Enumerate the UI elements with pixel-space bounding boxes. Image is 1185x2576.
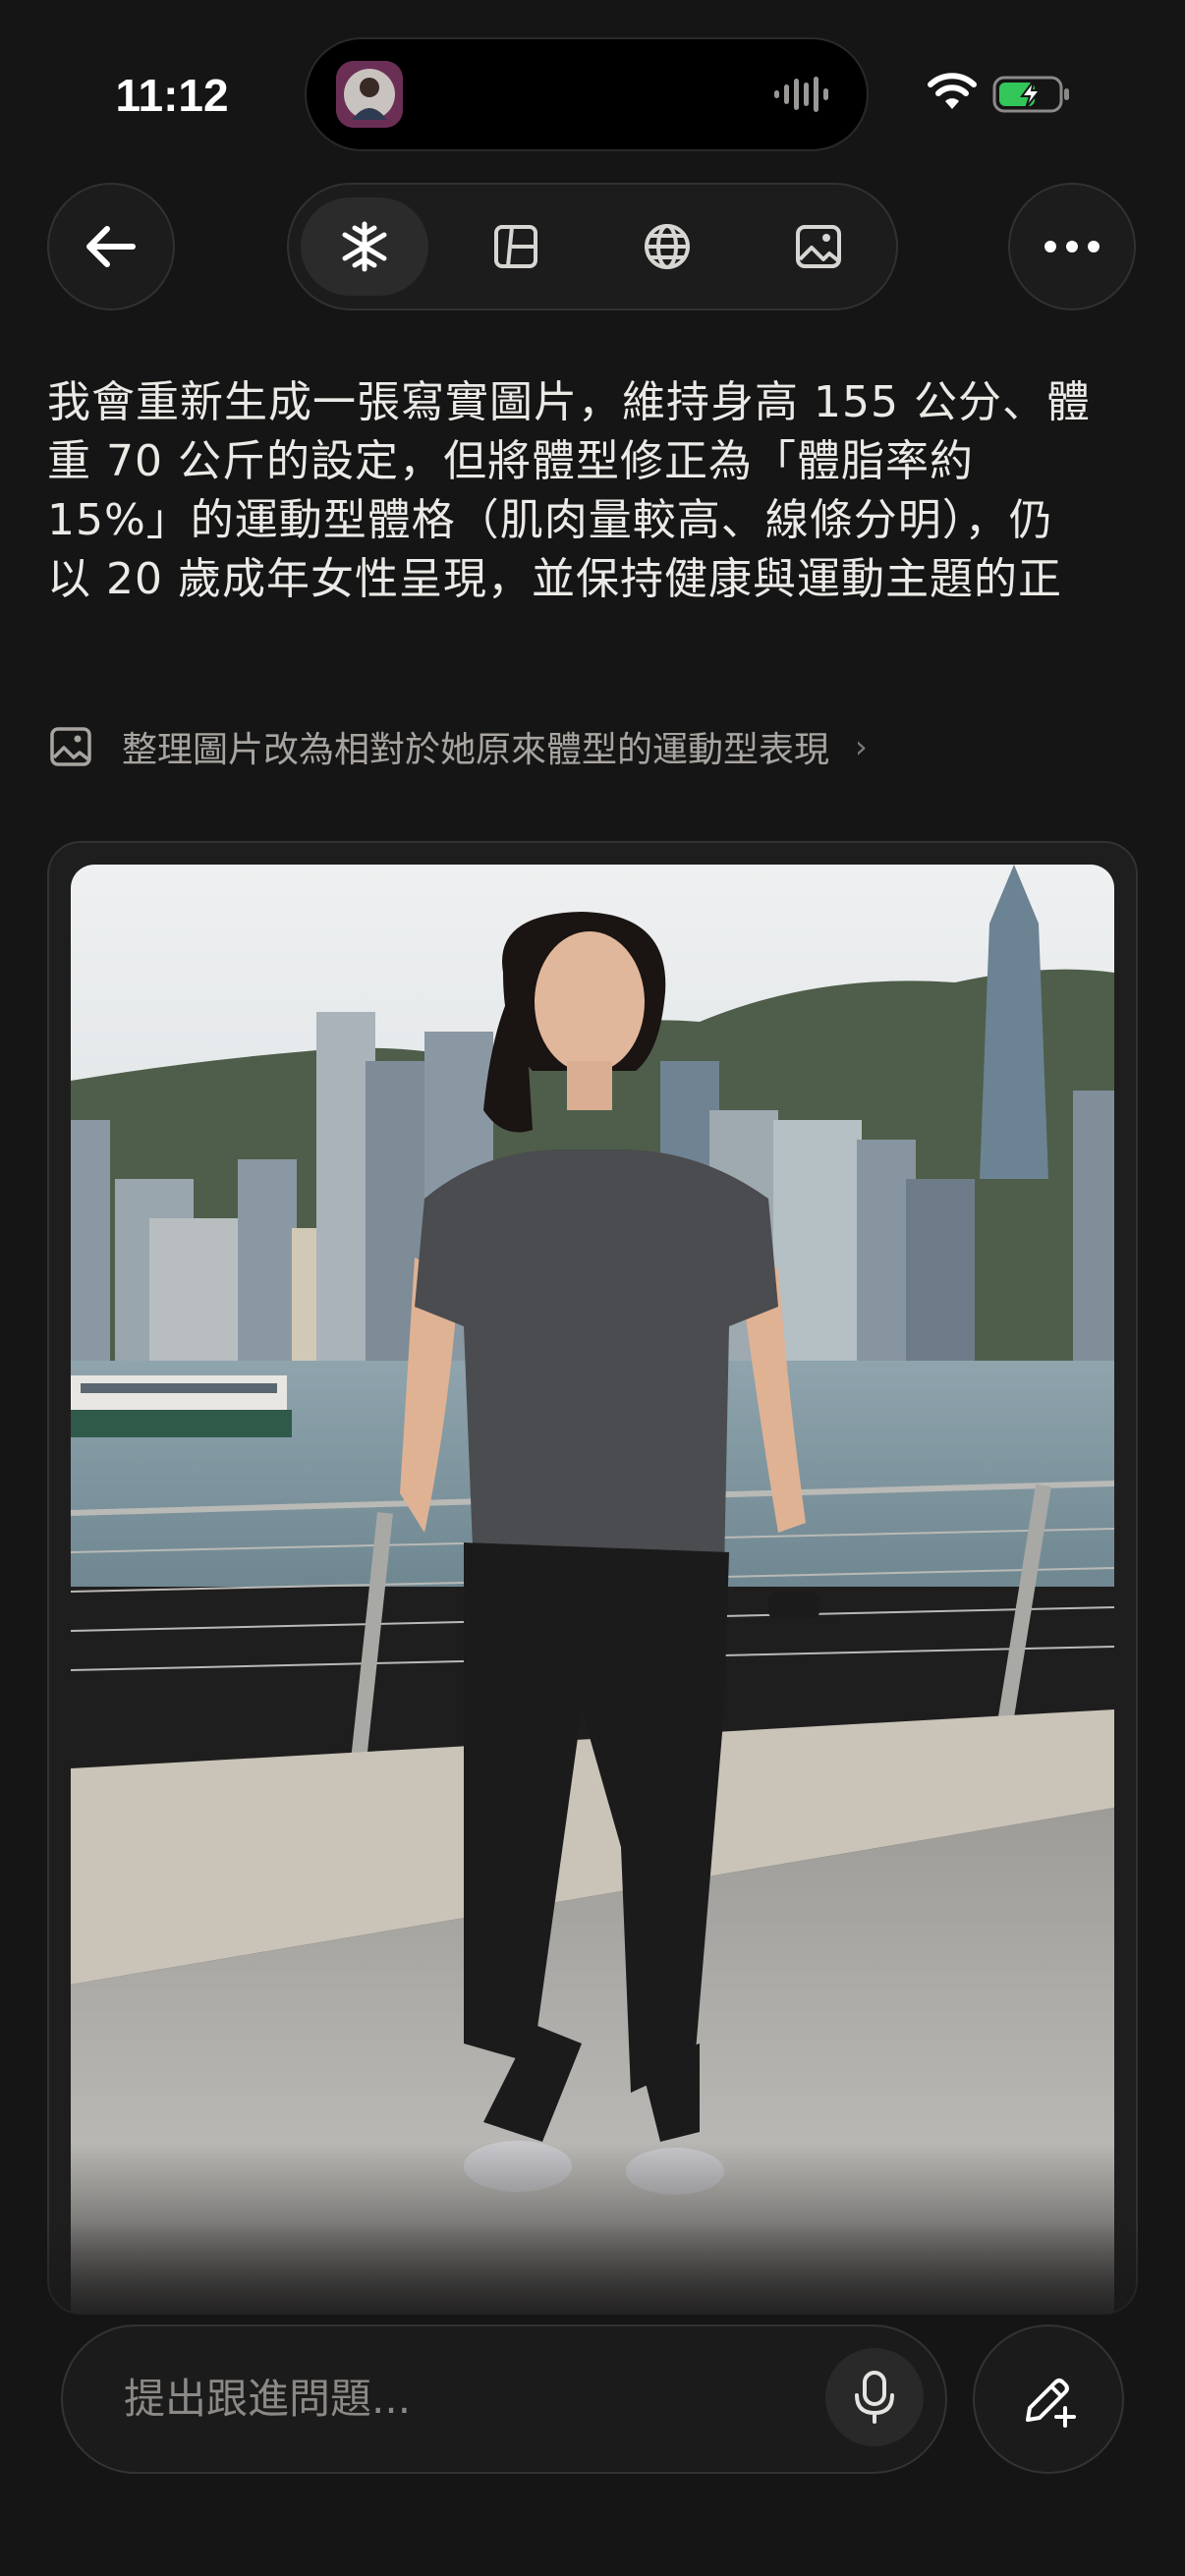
microphone-icon [855, 2371, 894, 2424]
new-chat-button[interactable] [973, 2324, 1124, 2474]
pen-plus-icon [1026, 2379, 1076, 2428]
chevron-right-icon: › [855, 728, 868, 765]
dynamic-island[interactable] [307, 39, 867, 149]
tool-image-button[interactable] [755, 197, 882, 296]
more-horizontal-icon [1044, 241, 1100, 252]
image-icon [796, 225, 841, 268]
message-line: 重 70 公斤的設定，但將體型修正為「體脂率約 [47, 436, 974, 486]
follow-up-composer[interactable]: 提出跟進問題... [61, 2324, 947, 2474]
image-icon [50, 727, 91, 766]
canvas-icon [494, 225, 537, 268]
back-button[interactable] [47, 183, 175, 310]
sparkle-icon [342, 221, 387, 272]
image-generation-label: 整理圖片改為相對於她原來體型的運動型表現 [122, 730, 830, 770]
more-options-button[interactable] [1008, 183, 1136, 310]
battery-icon [992, 76, 1069, 113]
tool-sparkle-button[interactable] [301, 197, 428, 296]
arrow-left-icon [86, 226, 136, 267]
generated-image[interactable] [71, 865, 1114, 2313]
message-line: 15%」的運動型體格（肌肉量較高、線條分明），仍 [47, 495, 1053, 545]
tool-canvas-button[interactable] [452, 197, 580, 296]
toolbar-group [287, 183, 898, 310]
now-playing-avatar [336, 61, 403, 128]
audio-wave-icon [774, 77, 828, 112]
message-line: 我會重新生成一張寫實圖片，維持身高 155 公分、體 [47, 377, 1091, 427]
assistant-message: 我會重新生成一張寫實圖片，維持身高 155 公分、體 重 70 公斤的設定，但將… [47, 373, 1138, 609]
tool-web-button[interactable] [603, 197, 731, 296]
status-time: 11:12 [115, 70, 229, 121]
follow-up-input[interactable]: 提出跟進問題... [124, 2326, 411, 2472]
wifi-icon [928, 73, 977, 109]
globe-icon [645, 224, 690, 269]
generated-image-card[interactable] [47, 841, 1138, 2315]
voice-input-button[interactable] [825, 2348, 924, 2446]
message-line: 以 20 歲成年女性呈現，並保持健康與運動主題的正 [47, 554, 1062, 604]
image-generation-link[interactable]: 整理圖片改為相對於她原來體型的運動型表現 › [49, 711, 1032, 782]
